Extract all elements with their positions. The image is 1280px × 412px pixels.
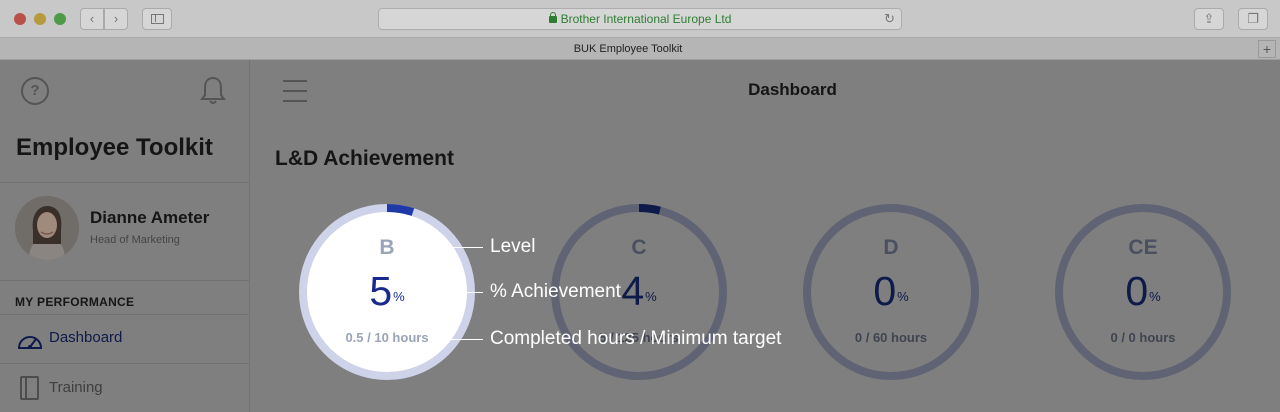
ring-percent: 0% [801,268,981,315]
sidebar-toggle-button[interactable] [142,8,172,30]
maximize-window-button[interactable] [54,13,66,25]
sidebar-item-label: Dashboard [49,329,123,346]
ring-level: D [883,236,899,259]
bell-icon[interactable] [200,76,226,106]
ring-hours: 0.5 / 10 hours [345,330,429,345]
callout-hours: Completed hours / Minimum target [490,328,782,349]
tabs-icon: ❐ [1247,11,1259,26]
callout-line-achievement [419,292,483,293]
minimize-window-button[interactable] [34,13,46,25]
divider [0,280,250,281]
forward-button[interactable]: › [104,8,128,30]
section-heading: MY PERFORMANCE [15,295,135,309]
sidebar-item-training[interactable]: Training [0,364,250,412]
ring-hours: 0 / 0 hours [1110,330,1176,345]
ring-percent: 0% [1053,268,1233,315]
url-text: Brother International Europe Ltd [560,12,732,26]
chevron-right-icon: › [113,11,119,26]
ring-level: C [631,236,647,259]
percent-sign: % [897,289,909,304]
achievement-ring-ce[interactable]: CE 0% 0 / 0 hours [1053,202,1233,382]
sidebar-item-dashboard[interactable]: Dashboard [0,314,250,362]
reload-icon[interactable]: ↻ [884,9,895,29]
tab-bar: BUK Employee Toolkit + [0,38,1280,60]
browser-toolbar: ‹ › Brother International Europe Ltd ↻ ⇪… [0,0,1280,38]
ring-level: CE [1128,236,1158,259]
callout-line-level [403,247,483,248]
percent-value: 4 [621,268,645,314]
book-icon [20,376,39,400]
sidebar: ? Employee Toolkit Dianne Ameter Head of… [0,60,250,412]
tab-title[interactable]: BUK Employee Toolkit [0,38,1256,60]
percent-sign: % [1149,289,1161,304]
ring-hours: 0 / 60 hours [854,330,928,345]
address-bar[interactable]: Brother International Europe Ltd ↻ [378,8,902,30]
section-title: L&D Achievement [275,147,454,170]
sidebar-icon [151,14,164,24]
main-content: Dashboard L&D Achievement B 5% 0.5 / 10 … [251,60,1280,412]
share-icon: ⇪ [1203,11,1215,26]
user-role: Head of Marketing [90,234,180,246]
avatar[interactable] [15,196,79,260]
ring-level: B [379,236,395,259]
gauge-icon [17,336,43,349]
close-window-button[interactable] [14,13,26,25]
percent-sign: % [393,289,405,304]
callout-level: Level [490,236,536,257]
avatar-image [15,196,79,260]
app-title: Employee Toolkit [16,134,213,161]
chevron-left-icon: ‹ [89,11,95,26]
lock-icon [548,12,557,23]
percent-value: 0 [873,268,897,314]
help-icon[interactable]: ? [21,77,49,105]
user-name: Dianne Ameter [90,208,210,227]
percent-value: 5 [369,268,393,314]
callout-achievement: % Achievement [490,281,621,302]
percent-value: 0 [1125,268,1149,314]
back-button[interactable]: ‹ [80,8,104,30]
divider [0,182,250,183]
sidebar-item-label: Training [49,379,103,396]
share-button[interactable]: ⇪ [1194,8,1224,30]
callout-line-hours [436,339,483,340]
new-tab-button[interactable]: + [1258,40,1276,58]
achievement-ring-d[interactable]: D 0% 0 / 60 hours [801,202,981,382]
show-tabs-button[interactable]: ❐ [1238,8,1268,30]
page-title: Dashboard [748,80,837,99]
percent-sign: % [645,289,657,304]
